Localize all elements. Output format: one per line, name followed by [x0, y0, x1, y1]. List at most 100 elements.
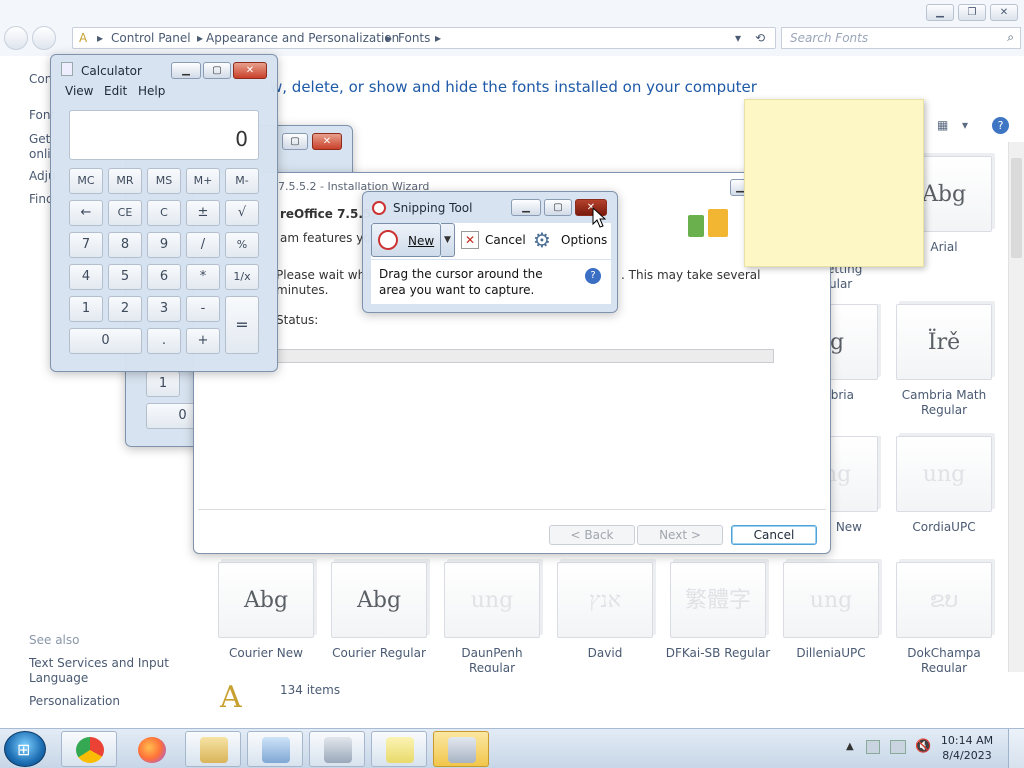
next-button[interactable]: Next >	[637, 525, 723, 545]
minimize-button[interactable]: ▁	[511, 199, 541, 216]
help-icon[interactable]: ?	[992, 117, 1009, 134]
digit-2-button[interactable]: 2	[108, 296, 142, 322]
sqrt-button[interactable]: √	[225, 200, 259, 226]
sticky-note[interactable]	[744, 99, 924, 267]
multiply-button[interactable]: *	[186, 264, 220, 290]
volume-muted-icon[interactable]: 🔇	[915, 739, 931, 754]
clear-entry-button[interactable]: CE	[108, 200, 142, 226]
new-dropdown-button[interactable]: ▼	[441, 223, 455, 257]
font-tile-cordiaupc[interactable]: ung CordiaUPC	[889, 436, 999, 535]
taskbar-installer[interactable]	[309, 731, 365, 767]
digit-0-button[interactable]: 0	[69, 328, 142, 354]
personalization-link[interactable]: Personalization	[29, 694, 120, 708]
search-input[interactable]: Search Fonts ⌕	[781, 27, 1021, 49]
new-snip-button[interactable]: New	[371, 223, 441, 257]
menu-edit[interactable]: Edit	[104, 84, 127, 98]
back-button[interactable]: < Back	[549, 525, 635, 545]
font-tile-cambria-math[interactable]: Ïrě Cambria Math Regular	[889, 304, 999, 418]
digit-6-button[interactable]: 6	[147, 264, 181, 290]
digit-1-button[interactable]: 1	[69, 296, 103, 322]
font-tile-dokchampa[interactable]: ຂບ DokChampa Regular	[889, 562, 999, 676]
back-nav-button[interactable]	[4, 26, 28, 50]
digit-9-button[interactable]: 9	[147, 232, 181, 258]
memory-add-button[interactable]: M+	[186, 168, 220, 194]
font-tile-courier[interactable]: Abg Courier Regular	[324, 562, 434, 661]
scrollbar-thumb[interactable]	[1011, 158, 1022, 258]
language-link[interactable]: Language	[29, 671, 88, 685]
clear-button[interactable]: C	[147, 200, 181, 226]
calc-key-1[interactable]: 1	[146, 371, 180, 397]
digit-3-button[interactable]: 3	[147, 296, 181, 322]
minimize-button[interactable]: ▁	[926, 4, 954, 21]
help-icon[interactable]: ?	[585, 268, 601, 284]
reciprocal-button[interactable]: 1/x	[225, 264, 259, 290]
options-button[interactable]: Options	[561, 233, 607, 247]
close-button[interactable]: ✕	[312, 133, 342, 150]
start-button[interactable]: ⊞	[4, 731, 46, 767]
maximize-button[interactable]: ▢	[203, 62, 231, 79]
font-tile-courier-new[interactable]: Abg Courier New	[211, 562, 321, 661]
cancel-button[interactable]: Cancel	[731, 525, 817, 545]
maximize-button[interactable]: ▢	[544, 199, 572, 216]
breadcrumb-fonts[interactable]: Fonts	[398, 31, 430, 45]
maximize-button[interactable]: ▢	[282, 133, 308, 150]
taskbar-firefox[interactable]	[123, 731, 179, 767]
decimal-button[interactable]: .	[147, 328, 181, 354]
network-icon[interactable]	[890, 740, 906, 754]
view-dropdown-icon[interactable]: ▾	[962, 118, 968, 132]
menu-view[interactable]: View	[65, 84, 93, 98]
forward-nav-button[interactable]	[32, 26, 56, 50]
snipping-instructions-panel: Drag the cursor around the area you want…	[371, 260, 611, 304]
snipping-tool-title: Snipping Tool	[393, 201, 473, 215]
digit-4-button[interactable]: 4	[69, 264, 103, 290]
breadcrumb-control-panel[interactable]: Control Panel	[111, 31, 191, 45]
taskbar-calculator[interactable]	[433, 731, 489, 767]
left-link[interactable]: Con	[29, 72, 52, 86]
taskbar-control-panel[interactable]	[247, 731, 303, 767]
installer-icon	[324, 737, 352, 763]
memory-recall-button[interactable]: MR	[108, 168, 142, 194]
memory-subtract-button[interactable]: M-	[225, 168, 259, 194]
taskbar-chrome[interactable]	[61, 731, 117, 767]
digit-5-button[interactable]: 5	[108, 264, 142, 290]
negate-button[interactable]: ±	[186, 200, 220, 226]
font-tile-dilleniaupc[interactable]: ung DilleniaUPC	[776, 562, 886, 661]
font-sample-icon: ຂບ	[896, 562, 992, 638]
left-link[interactable]: onli	[29, 147, 51, 161]
memory-store-button[interactable]: MS	[147, 168, 181, 194]
show-desktop-button[interactable]	[1008, 729, 1024, 768]
action-center-icon[interactable]	[866, 740, 880, 754]
divide-button[interactable]: /	[186, 232, 220, 258]
font-tile-david[interactable]: אנץ David	[550, 562, 660, 661]
view-icon[interactable]: ▦	[937, 118, 948, 132]
subtract-button[interactable]: -	[186, 296, 220, 322]
percent-button[interactable]: %	[225, 232, 259, 258]
backspace-button[interactable]: ←	[69, 200, 103, 226]
menu-help[interactable]: Help	[138, 84, 165, 98]
memory-clear-button[interactable]: MC	[69, 168, 103, 194]
font-tile-daunpenh[interactable]: ung DaunPenh Regular	[437, 562, 547, 676]
close-button[interactable]: ✕	[990, 4, 1018, 21]
digit-7-button[interactable]: 7	[69, 232, 103, 258]
font-tile-dfkai[interactable]: 繁體字 DFKai-SB Regular	[663, 562, 773, 661]
font-sample-icon: ung	[896, 436, 992, 512]
digit-8-button[interactable]: 8	[108, 232, 142, 258]
breadcrumb-separator-icon: ▸	[197, 31, 204, 45]
text-services-link[interactable]: Text Services and Input	[29, 656, 169, 670]
vertical-scrollbar[interactable]	[1008, 142, 1024, 672]
breadcrumb-appearance[interactable]: Appearance and Personalization	[206, 31, 399, 45]
address-dropdown-icon[interactable]: ▾	[735, 31, 741, 45]
maximize-button[interactable]: ❐	[958, 4, 986, 21]
clock[interactable]: 10:14 AM 8/4/2023	[940, 733, 994, 763]
minimize-button[interactable]: ▁	[171, 62, 201, 79]
taskbar-sticky-notes[interactable]	[371, 731, 427, 767]
address-bar[interactable]: A ▸ Control Panel ▸ Appearance and Perso…	[72, 27, 776, 49]
show-hidden-icons-icon[interactable]: ▲	[846, 741, 854, 752]
taskbar-explorer[interactable]	[185, 731, 241, 767]
left-link[interactable]: Get	[29, 132, 50, 146]
refresh-icon[interactable]: ⟲	[755, 31, 765, 45]
close-button[interactable]: ✕	[233, 62, 267, 79]
cancel-button[interactable]: Cancel	[485, 233, 526, 247]
add-button[interactable]: +	[186, 328, 220, 354]
equals-button[interactable]: =	[225, 296, 259, 354]
